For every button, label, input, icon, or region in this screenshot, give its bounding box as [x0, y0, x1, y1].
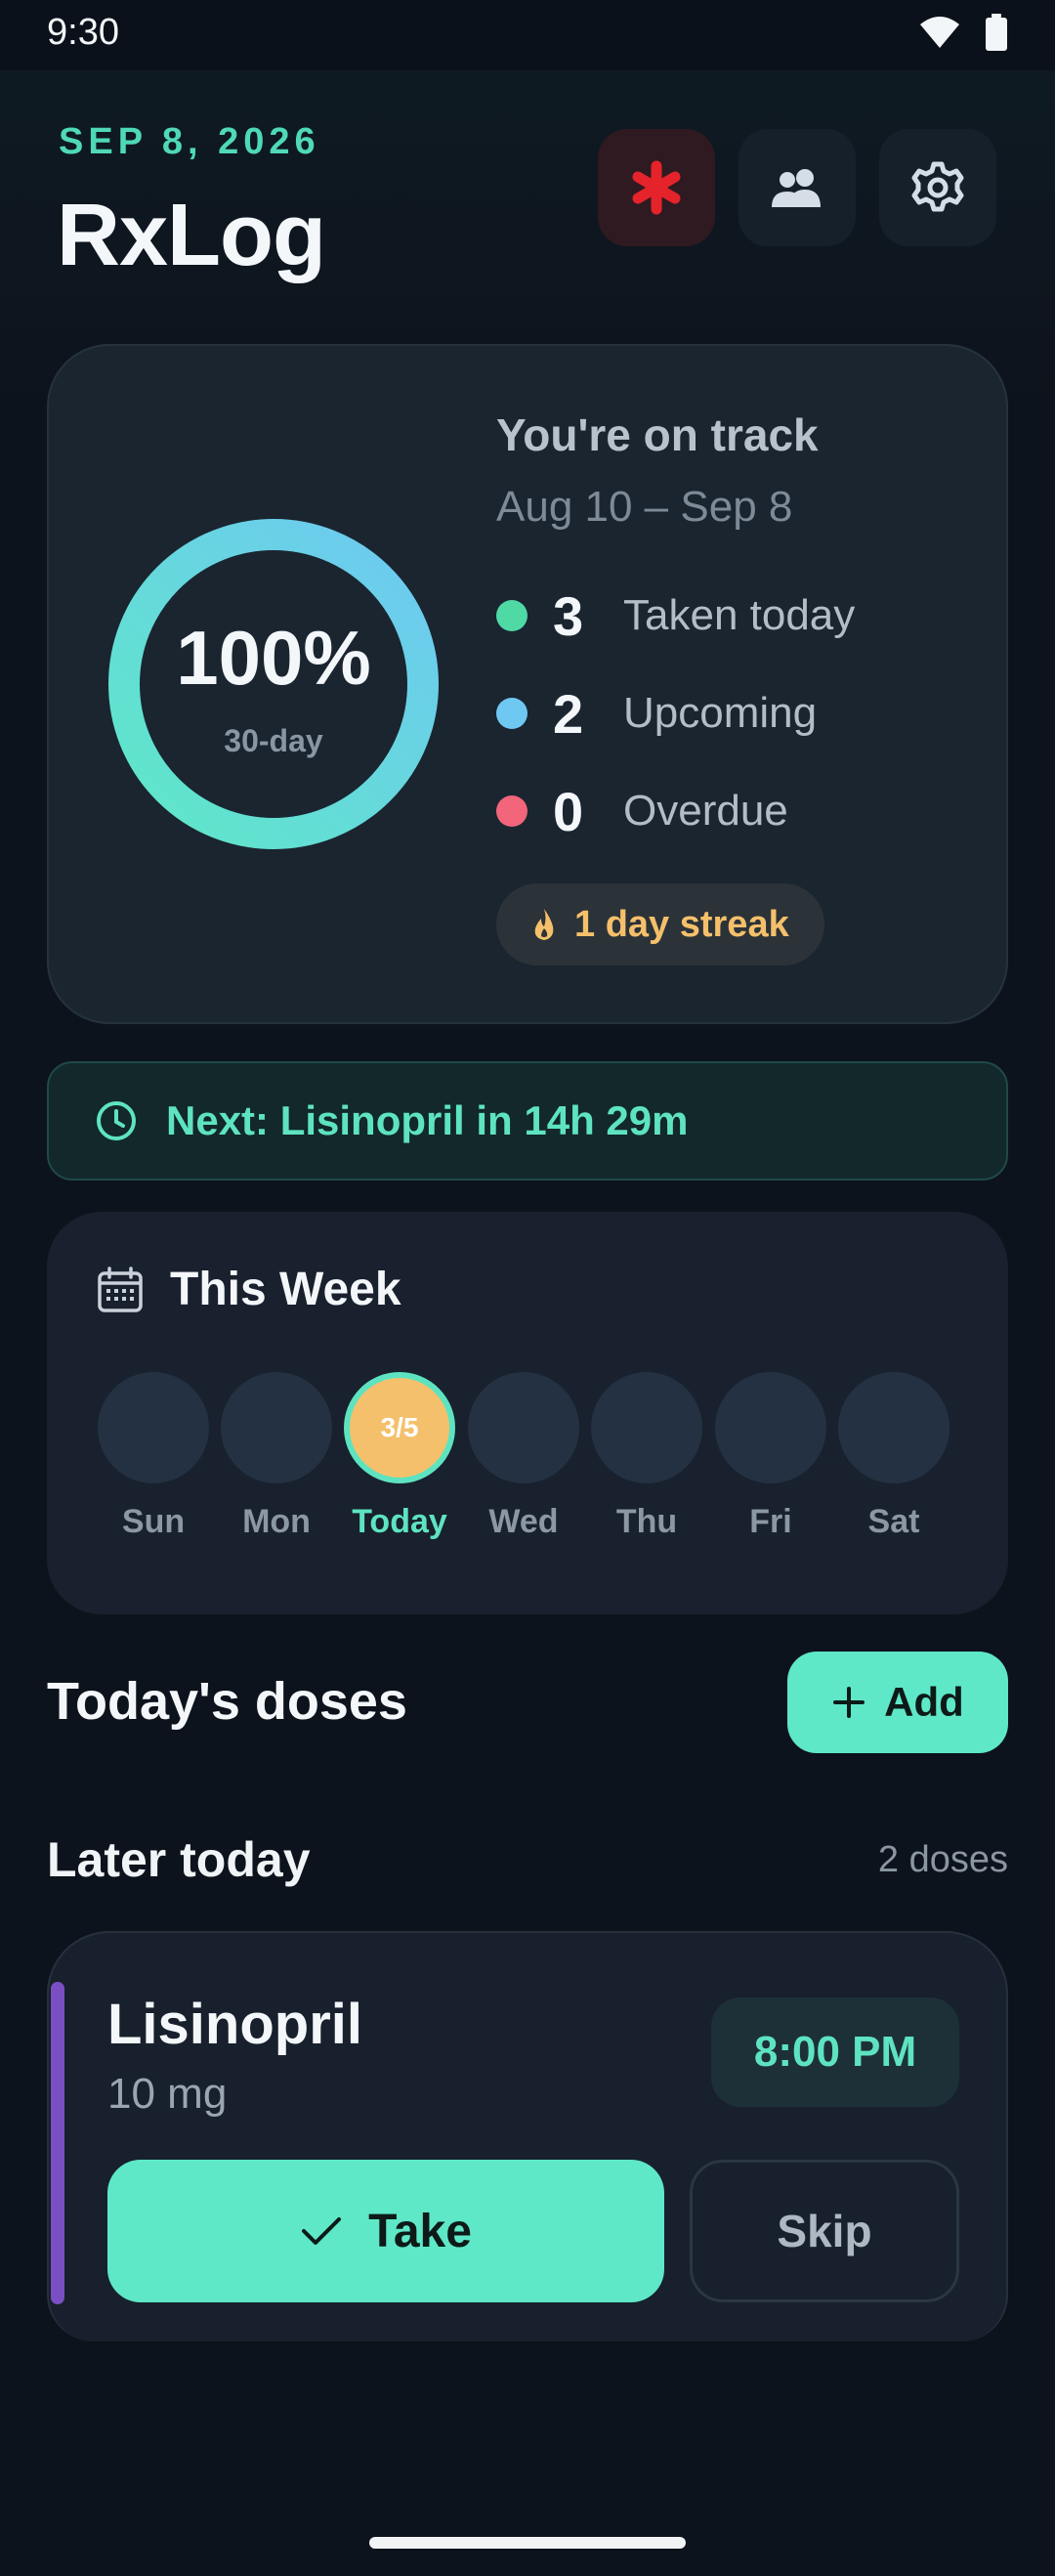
dose-time-chip[interactable]: 8:00 PM [711, 1997, 959, 2107]
medication-name: Lisinopril [107, 1993, 362, 2056]
adherence-ring: 100% 30-day [107, 518, 440, 850]
day-thu[interactable]: Thu [591, 1372, 702, 1541]
day-circle [98, 1372, 209, 1483]
adherence-summary-card: 100% 30-day You're on track Aug 10 – Sep… [47, 344, 1008, 1024]
day-circle [468, 1372, 579, 1483]
later-today-count: 2 doses [877, 1839, 1008, 1880]
asterisk-icon [632, 160, 681, 215]
day-fri[interactable]: Fri [715, 1372, 826, 1541]
day-label: Wed [488, 1503, 559, 1540]
day-label: Mon [242, 1503, 311, 1540]
day-sun[interactable]: Sun [98, 1372, 209, 1541]
status-time: 9:30 [47, 12, 119, 53]
stat-upcoming: 2 Upcoming [496, 682, 818, 745]
doses-section-title: Today's doses [47, 1672, 407, 1731]
emergency-button[interactable] [598, 129, 715, 246]
later-today-title: Later today [47, 1832, 311, 1887]
stat-count: 2 [553, 682, 584, 745]
check-icon [302, 2217, 342, 2245]
day-label: Sun [121, 1503, 186, 1540]
skip-button[interactable]: Skip [690, 2160, 959, 2302]
day-label: Today [352, 1503, 447, 1540]
next-dose-banner[interactable]: Next: Lisinopril in 14h 29m [47, 1061, 1008, 1181]
day-circle-today: 3/5 [344, 1372, 455, 1483]
status-icons [918, 14, 1008, 51]
settings-button[interactable] [879, 129, 996, 246]
day-progress: 3/5 [380, 1412, 419, 1442]
clock-icon [97, 1101, 136, 1140]
streak-badge: 1 day streak [496, 883, 824, 966]
upcoming-dot [496, 698, 528, 729]
day-label: Fri [749, 1503, 792, 1540]
stat-label: Taken today [623, 591, 856, 639]
day-circle [838, 1372, 950, 1483]
stat-taken: 3 Taken today [496, 584, 856, 647]
wifi-icon [920, 17, 959, 48]
stat-label: Upcoming [623, 689, 818, 737]
calendar-icon [98, 1266, 143, 1312]
day-wed[interactable]: Wed [468, 1372, 579, 1541]
day-circle [591, 1372, 702, 1483]
app-title: RxLog [57, 187, 326, 284]
day-mon[interactable]: Mon [221, 1372, 332, 1541]
flame-icon [534, 909, 554, 940]
take-button[interactable]: Take [107, 2160, 664, 2302]
app-screen: 9:30 SEP 8, 2026 RxLog 100% 30-day You'r… [0, 0, 1055, 2576]
day-sat[interactable]: Sat [838, 1372, 950, 1541]
caregivers-button[interactable] [738, 129, 856, 246]
next-dose-text: Next: Lisinopril in 14h 29m [166, 1097, 689, 1143]
stat-overdue: 0 Overdue [496, 780, 788, 842]
stat-label: Overdue [623, 787, 788, 835]
adherence-period: 30-day [224, 723, 323, 758]
people-icon [772, 169, 821, 207]
overdue-dot [496, 795, 528, 827]
date-range: Aug 10 – Sep 8 [496, 483, 793, 531]
gear-icon [911, 161, 964, 212]
day-today[interactable]: 3/5 Today [344, 1372, 455, 1541]
current-date: SEP 8, 2026 [59, 121, 320, 162]
streak-text: 1 day streak [574, 903, 789, 945]
adherence-percent: 100% [176, 615, 371, 701]
home-indicator[interactable] [369, 2537, 686, 2549]
dose-color-accent [51, 1982, 64, 2304]
day-label: Sat [867, 1503, 920, 1540]
day-circle [715, 1372, 826, 1483]
medication-dosage: 10 mg [107, 2070, 228, 2118]
week-card: This Week Sun Mon 3/5 Today Wed Thu Fri [47, 1212, 1008, 1614]
day-circle [221, 1372, 332, 1483]
stat-count: 3 [553, 584, 584, 647]
add-label: Add [884, 1679, 964, 1725]
plus-icon [833, 1687, 865, 1718]
status-bar: 9:30 [0, 0, 1055, 70]
add-dose-button[interactable]: Add [787, 1652, 1008, 1753]
taken-dot [496, 600, 528, 631]
take-label: Take [368, 2205, 472, 2257]
dose-card: Lisinopril 10 mg 8:00 PM Take Skip [47, 1931, 1008, 2341]
stat-count: 0 [553, 780, 584, 842]
week-title: This Week [170, 1264, 401, 1315]
status-title: You're on track [496, 409, 819, 460]
week-header: This Week [96, 1263, 401, 1316]
battery-icon [986, 14, 1007, 51]
day-label: Thu [615, 1503, 678, 1540]
